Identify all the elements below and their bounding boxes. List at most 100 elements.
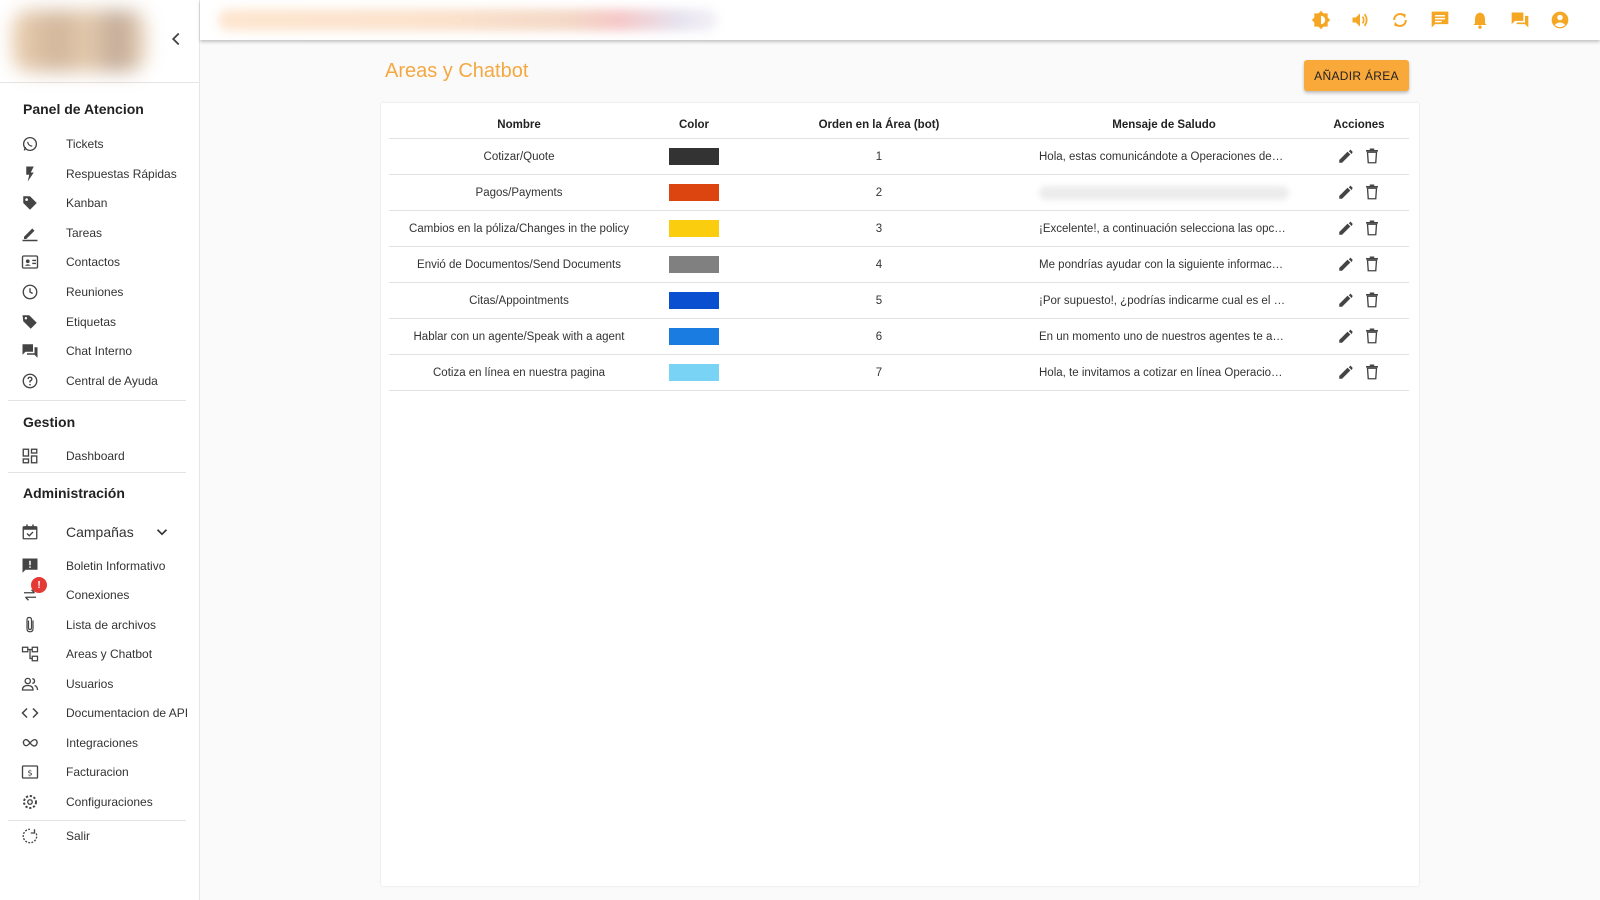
delete-icon[interactable] [1362,362,1382,382]
cell-orden: 2 [739,174,1019,211]
sidebar-item-conexiones[interactable]: ! Conexiones [0,577,199,609]
message-icon[interactable] [1430,10,1450,30]
edit-icon[interactable] [1336,218,1356,238]
edit-icon[interactable] [1336,362,1356,382]
section-title-gestion: Gestion [23,414,76,430]
sidebar-item-documentacion-api[interactable]: Documentacion de API [0,699,199,727]
sidebar-item-dashboard[interactable]: Dashboard [0,442,199,470]
cell-acciones [1309,246,1409,283]
sidebar-item-lista-archivos[interactable]: Lista de archivos [0,611,199,639]
table-row: Cambios en la póliza/Changes in the poli… [389,210,1409,247]
volume-icon[interactable] [1350,10,1370,30]
sidebar-item-label: Documentacion de API [66,706,189,720]
sidebar-item-contactos[interactable]: Contactos [0,248,199,276]
sidebar-item-reuniones[interactable]: Reuniones [0,278,199,306]
cell-mensaje: ¡Por supuesto!, ¿podrías indicarme cual … [1019,282,1309,319]
sidebar-item-integraciones[interactable]: Integraciones [0,729,199,757]
sidebar-item-label: Dashboard [66,449,125,463]
edit-icon[interactable] [1336,146,1356,166]
sidebar-item-label: Conexiones [66,588,130,602]
sidebar-divider [8,400,186,401]
logout-icon [20,826,40,846]
edit-icon[interactable] [1336,182,1356,202]
areas-table-card: Nombre Color Orden en la Área (bot) Mens… [381,103,1419,886]
table-row: Cotiza en línea en nuestra pagina 7 Hola, … [389,354,1409,391]
table-row: Cotizar/Quote 1 Hola, estas comunicándote … [389,138,1409,175]
delete-icon[interactable] [1362,218,1382,238]
collapse-sidebar-button[interactable] [165,28,187,50]
sidebar-item-label: Lista de archivos [66,618,157,632]
sidebar-item-chat-interno[interactable]: Chat Interno [0,337,199,365]
greeting-message: ¡Por supuesto!, ¿podrías indicarme cual … [1039,294,1286,307]
edit-icon[interactable] [1336,290,1356,310]
edit-icon[interactable] [1336,326,1356,346]
sidebar-item-label: Reuniones [66,285,124,299]
cell-acciones [1309,210,1409,247]
sidebar-item-label: Facturacion [66,765,129,779]
announcement-icon [20,556,40,576]
sidebar-item-respuestas-rapidas[interactable]: Respuestas Rápidas [0,160,199,188]
account-circle-icon[interactable] [1550,10,1570,30]
account-tree-icon [20,644,40,664]
sidebar-item-kanban[interactable]: Kanban [0,189,199,217]
sidebar-item-facturacion[interactable]: $ Facturacion [0,758,199,786]
sidebar-item-label: Etiquetas [66,315,117,329]
sidebar-item-label: Central de Ayuda [66,374,158,388]
sidebar-item-etiquetas[interactable]: Etiquetas [0,308,199,336]
chevron-down-icon[interactable] [153,523,171,546]
sidebar-item-label: Areas y Chatbot [66,647,153,661]
bell-icon[interactable] [1470,10,1490,30]
cell-color [649,354,739,391]
blurred-greeting-message [1039,185,1289,200]
delete-icon[interactable] [1362,290,1382,310]
color-swatch [669,220,719,237]
greeting-message: Me pondrías ayudar con la siguiente info… [1039,258,1284,271]
cell-mensaje: ¡Excelente!, a continuación selecciona l… [1019,210,1309,247]
dashboard-icon [20,446,40,466]
chat-icon[interactable] [1510,10,1530,30]
sidebar-item-label: Chat Interno [66,344,133,358]
add-area-button[interactable]: AÑADIR ÁREA [1304,60,1409,91]
sidebar-item-usuarios[interactable]: Usuarios [0,670,199,698]
sidebar-item-salir[interactable]: Salir [0,822,199,850]
sidebar-item-tareas[interactable]: Tareas [0,219,199,247]
greeting-message: ¡Excelente!, a continuación selecciona l… [1039,222,1286,235]
delete-icon[interactable] [1362,146,1382,166]
header-orden: Orden en la Área (bot) [739,111,1019,139]
brightness-icon[interactable] [1311,10,1331,30]
sidebar-item-central-ayuda[interactable]: Central de Ayuda [0,367,199,395]
refresh-icon[interactable] [1390,10,1410,30]
sidebar-item-boletin[interactable]: Boletin Informativo [0,552,199,580]
sidebar-item-label: Tareas [66,226,103,240]
sidebar-item-label: Salir [66,829,91,843]
clock-icon [20,282,40,302]
sidebar-item-tickets[interactable]: Tickets [0,130,199,158]
cell-color [649,282,739,319]
cell-acciones [1309,174,1409,211]
code-icon [20,703,40,723]
blurred-greeting [218,9,718,31]
color-swatch [669,148,719,165]
sidebar-item-areas-chatbot[interactable]: Areas y Chatbot [0,640,199,668]
sidebar-item-configuraciones[interactable]: Configuraciones [0,788,199,816]
areas-table: Nombre Color Orden en la Área (bot) Mens… [389,111,1409,391]
header-acciones: Acciones [1309,111,1409,139]
contact-card-icon [20,252,40,272]
logo-area [0,0,199,83]
color-swatch [669,292,719,309]
cell-orden: 5 [739,282,1019,319]
sidebar-item-campanas[interactable]: Campañas [0,518,199,546]
top-app-bar [200,0,1600,40]
sidebar-item-label: Boletin Informativo [66,559,166,573]
infinity-icon [20,733,40,753]
delete-icon[interactable] [1362,254,1382,274]
cell-orden: 3 [739,210,1019,247]
edit-icon[interactable] [1336,254,1356,274]
cell-color [649,318,739,355]
notification-badge: ! [31,577,47,593]
sidebar-item-label: Usuarios [66,677,114,691]
delete-icon[interactable] [1362,182,1382,202]
sidebar-item-label: Integraciones [66,736,139,750]
sidebar: Panel de Atencion Tickets Respuestas Ráp… [0,0,200,900]
delete-icon[interactable] [1362,326,1382,346]
